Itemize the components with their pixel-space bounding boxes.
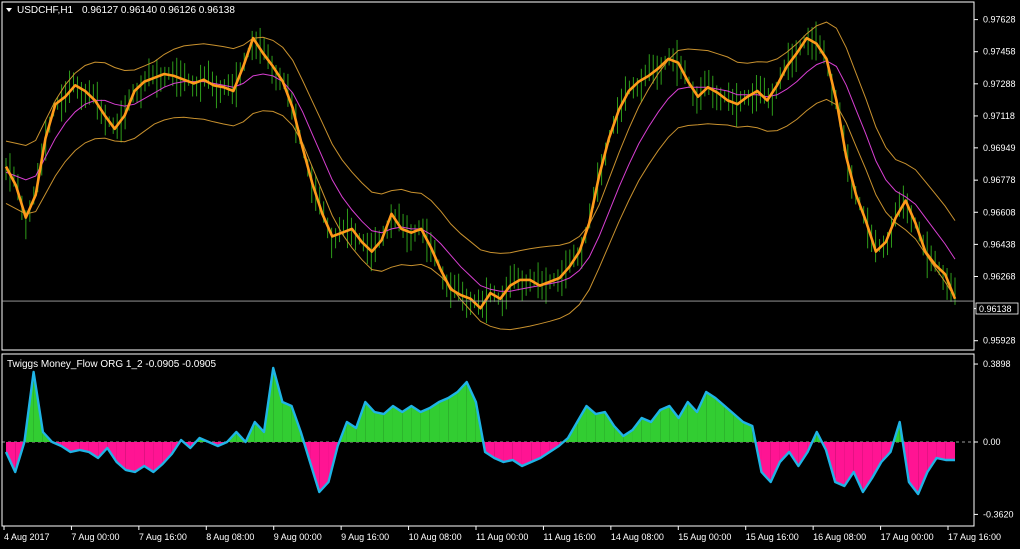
tmf-layer [2, 366, 974, 496]
slow-ma-line [5, 60, 956, 292]
tmf-area-segment [439, 398, 449, 442]
price-tick-label: 0.97288 [983, 79, 1016, 89]
time-tick-label: 15 Aug 00:00 [678, 532, 731, 542]
candles-layer [5, 21, 956, 324]
tmf-area-segment [282, 402, 292, 442]
price-tick-label: 0.96268 [983, 271, 1016, 281]
indicator-panel-frame [1, 353, 975, 527]
tmf-area-segment [577, 406, 587, 442]
current-price-label: 0.96138 [979, 304, 1012, 314]
tmf-area-segment [374, 412, 384, 442]
tmf-area-segment [770, 442, 780, 482]
symbol-label: USDCHF,H1 [17, 5, 74, 16]
time-tick-label: 17 Aug 00:00 [881, 532, 934, 542]
time-tick-label: 11 Aug 16:00 [543, 532, 595, 542]
tmf-axis-ticks: 0.3898 0.00 -0.3620 [974, 359, 1014, 519]
time-tick-label: 11 Aug 00:00 [476, 532, 528, 542]
price-tick-label: 0.96438 [983, 239, 1016, 249]
time-axis-ticks: 4 Aug 2017 7 Aug 00:00 7 Aug 16:00 8 Aug 08… [3, 526, 1001, 542]
lower-band-line [5, 98, 956, 331]
time-tick-label: 15 Aug 16:00 [746, 532, 799, 542]
tmf-tick-label: 0.00 [983, 437, 1001, 447]
time-tick-label: 8 Aug 08:00 [206, 532, 254, 542]
price-tick-label: 0.97118 [983, 111, 1015, 121]
ohlc-label: 0.96127 0.96140 0.96126 0.96138 [82, 5, 235, 16]
tmf-area-segment [448, 392, 458, 442]
price-tick-label: 0.96608 [983, 207, 1016, 217]
tmf-area-segment [706, 392, 716, 442]
tmf-area-segment [604, 412, 615, 442]
time-tick-label: 16 Aug 08:00 [813, 532, 866, 542]
tmf-area-segment [273, 368, 283, 442]
dropdown-triangle-icon[interactable] [6, 8, 12, 12]
chart-root: 0.97628 0.97458 0.97288 0.97118 0.96949 0.967… [1, 1, 1019, 542]
time-tick-label: 4 Aug 2017 [4, 532, 50, 542]
price-tick-label: 0.97628 [983, 15, 1016, 25]
tmf-area-segment [125, 442, 135, 472]
tmf-area-segment [420, 408, 430, 442]
tmf-tick-label: 0.3898 [983, 359, 1011, 369]
time-tick-label: 14 Aug 08:00 [611, 532, 664, 542]
moving-averages-layer [4, 36, 957, 310]
tmf-area-segment [918, 442, 928, 494]
price-tick-label: 0.96949 [983, 143, 1016, 153]
bands-layer [5, 21, 956, 331]
indicator-name-label: Twiggs Money_Flow ORG 1_2 -0.0905 -0.090… [7, 359, 216, 370]
tmf-area-segment [872, 442, 882, 478]
price-axis-ticks: 0.97628 0.97458 0.97288 0.97118 0.96949 0.967… [974, 15, 1016, 346]
time-tick-label: 10 Aug 08:00 [409, 532, 462, 542]
tmf-area-segment [927, 442, 937, 472]
time-tick-label: 17 Aug 16:00 [948, 532, 1001, 542]
tmf-area-segment [660, 406, 670, 442]
price-tick-label: 0.95928 [983, 336, 1016, 346]
time-tick-label: 9 Aug 16:00 [341, 532, 389, 542]
tmf-line [4, 366, 955, 496]
tmf-area-segment [503, 442, 513, 462]
tmf-area-segment [595, 412, 605, 442]
time-tick-label: 7 Aug 16:00 [139, 532, 187, 542]
tmf-area-segment [835, 442, 845, 486]
time-tick-label: 9 Aug 00:00 [274, 532, 322, 542]
upper-band-line [5, 21, 956, 254]
tmf-area-segment [945, 442, 955, 460]
time-tick-label: 7 Aug 00:00 [71, 532, 119, 542]
price-tick-label: 0.96778 [983, 175, 1016, 185]
tmf-tick-label: -0.3620 [983, 509, 1014, 519]
price-tick-label: 0.97458 [983, 47, 1016, 57]
fast-ma-line [4, 36, 957, 310]
